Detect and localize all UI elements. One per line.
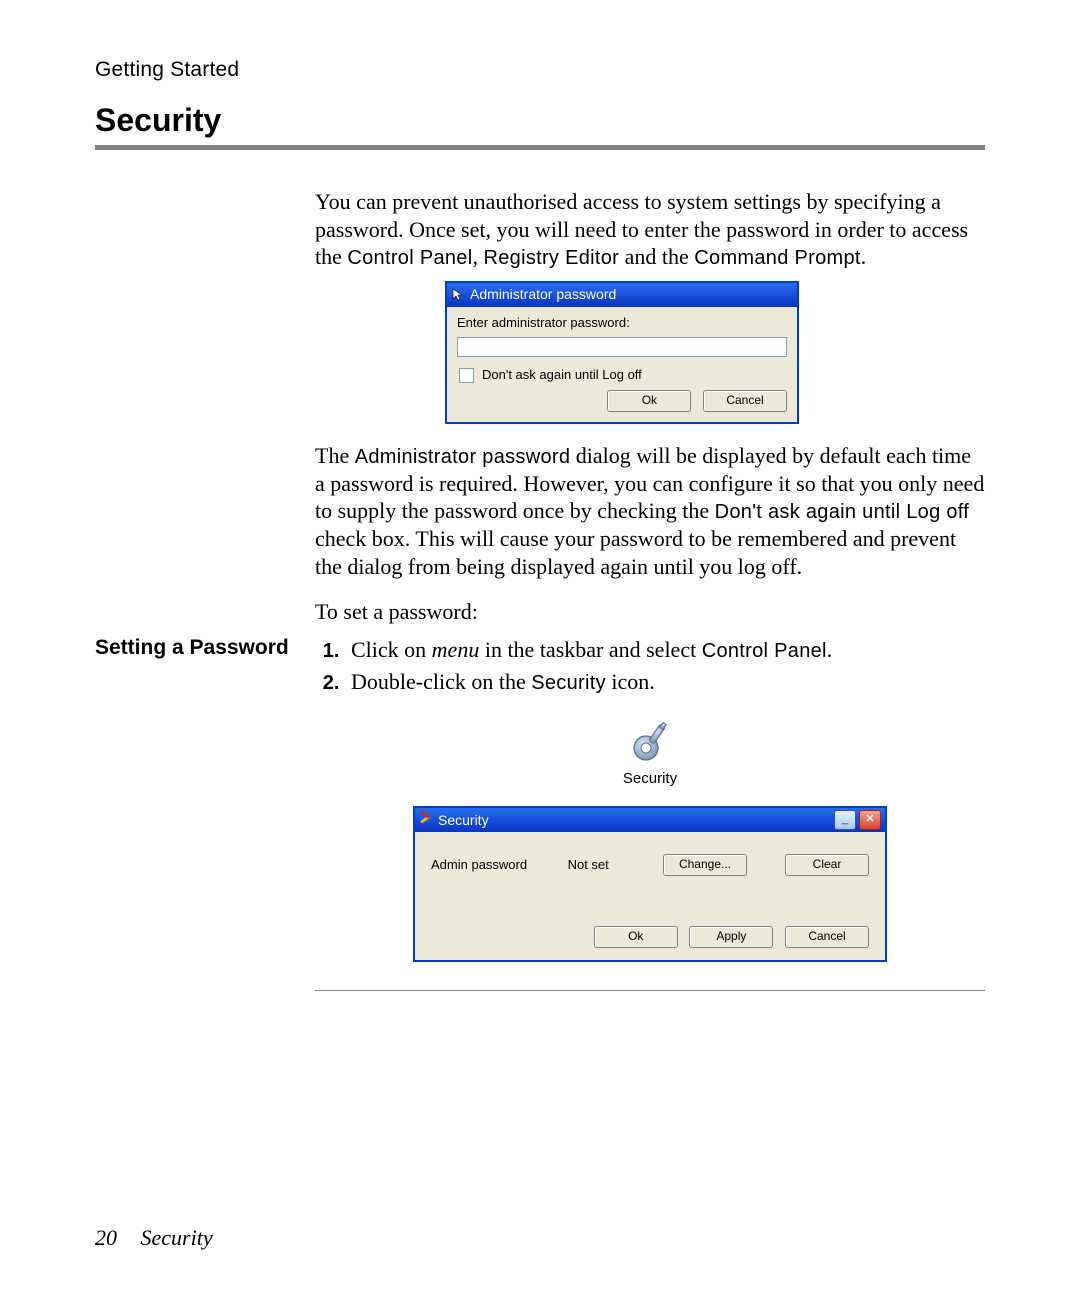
security-window: Security _ ✕ Admin password Not set Chan…	[413, 806, 887, 962]
running-head: Getting Started	[95, 58, 985, 82]
menu-term: menu	[432, 637, 480, 662]
side-heading-setting-password: Setting a Password	[95, 636, 289, 660]
step-1: Click on menu in the taskbar and select …	[345, 636, 985, 664]
page-number: 20	[95, 1225, 117, 1250]
cursor-icon	[451, 288, 465, 302]
dialog-title: Administrator password	[470, 286, 616, 304]
term-control-panel: Control Panel	[347, 247, 472, 269]
password-input[interactable]	[457, 337, 787, 357]
admin-password-dialog: Administrator password Enter administrat…	[445, 281, 799, 424]
setting-lead: To set a password:	[315, 598, 985, 626]
term-admin-password: Administrator password	[355, 446, 571, 468]
dont-ask-checkbox[interactable]	[459, 368, 474, 383]
cancel-button[interactable]: Cancel	[785, 926, 869, 948]
apply-button[interactable]: Apply	[689, 926, 773, 948]
ok-button[interactable]: Ok	[594, 926, 678, 948]
footer-title: Security	[141, 1225, 213, 1250]
term-dont-ask: Don't ask again until Log off	[715, 501, 970, 523]
intro-paragraph: You can prevent unauthorised access to s…	[315, 188, 985, 271]
footer-rule	[315, 990, 985, 991]
clear-button[interactable]: Clear	[785, 854, 869, 876]
admin-password-value: Not set	[568, 857, 625, 873]
minimize-button[interactable]: _	[834, 810, 856, 830]
term-registry-editor: Registry Editor	[483, 247, 619, 269]
security-window-title: Security	[438, 812, 489, 830]
admin-password-label: Admin password	[431, 857, 538, 873]
title-rule	[95, 145, 985, 150]
explain-paragraph: The Administrator password dialog will b…	[315, 442, 985, 581]
close-button[interactable]: ✕	[859, 810, 881, 830]
password-prompt-label: Enter administrator password:	[457, 315, 787, 331]
cancel-button[interactable]: Cancel	[703, 390, 787, 412]
security-icon-label: Security	[607, 770, 693, 789]
security-window-titlebar: Security _ ✕	[415, 808, 885, 832]
ok-button[interactable]: Ok	[607, 390, 691, 412]
page-footer: 20 Security	[95, 1225, 213, 1251]
tools-icon	[419, 811, 433, 830]
change-button[interactable]: Change...	[663, 854, 747, 876]
page-title: Security	[95, 102, 985, 139]
key-icon	[626, 718, 674, 766]
dialog-titlebar: Administrator password	[447, 283, 797, 307]
security-icon-block: Security	[607, 718, 693, 789]
term-command-prompt: Command Prompt	[694, 247, 860, 269]
dont-ask-label: Don't ask again until Log off	[482, 367, 642, 382]
step-2: Double-click on the Security icon.	[345, 668, 985, 696]
